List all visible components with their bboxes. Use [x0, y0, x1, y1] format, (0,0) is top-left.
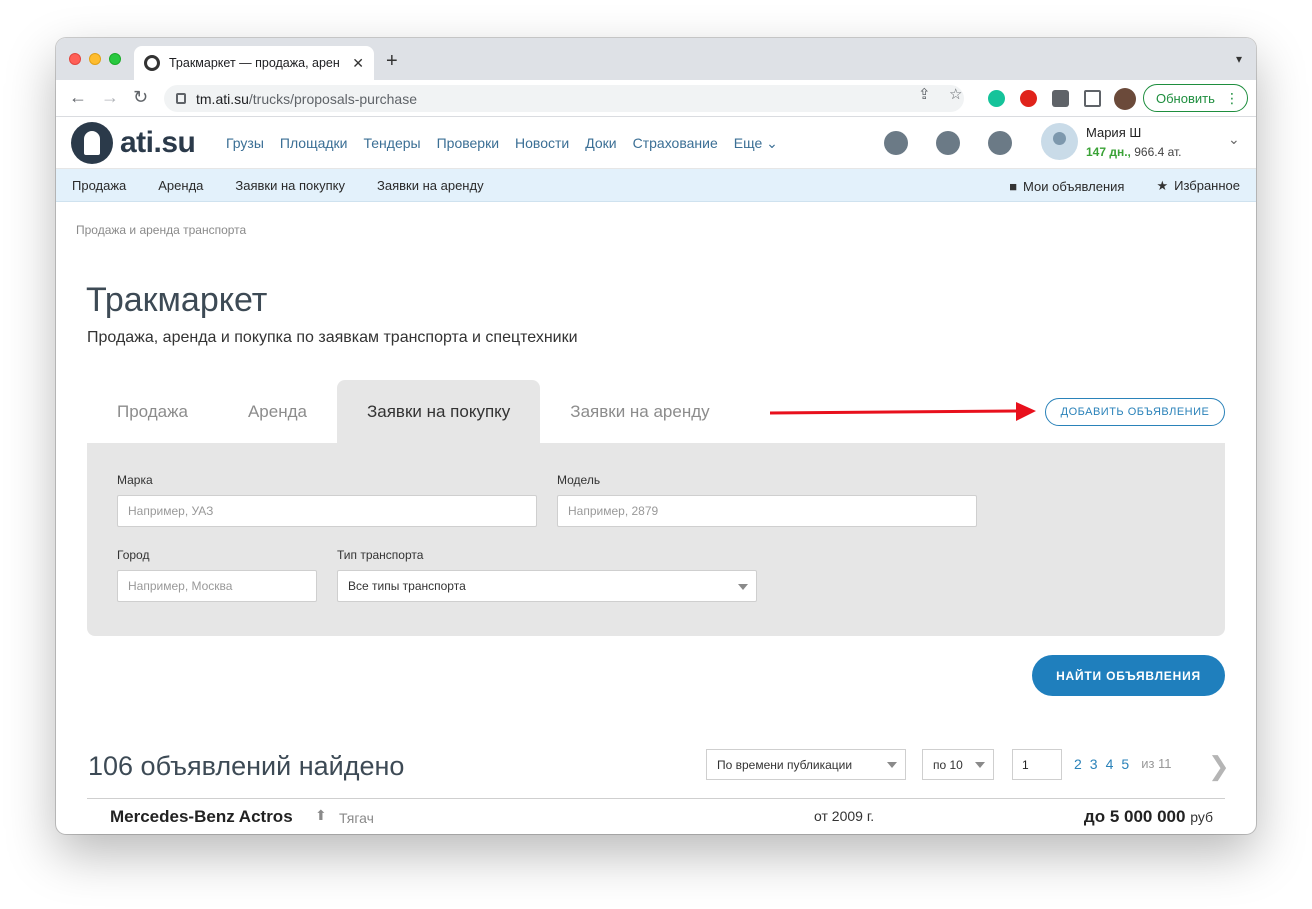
tab-rent[interactable]: Аренда [218, 380, 337, 443]
page-subtitle: Продажа, аренда и покупка по заявкам тра… [87, 329, 578, 346]
nav-item-insurance[interactable]: Страхование [633, 135, 718, 152]
find-listings-button[interactable]: НАЙТИ ОБЪЯВЛЕНИЯ [1032, 655, 1225, 696]
listing-vehicle-type: Тягач [339, 810, 374, 826]
category-tabs: Продажа Аренда Заявки на покупку Заявки … [87, 380, 740, 443]
nav-item-tenders[interactable]: Тендеры [364, 135, 421, 152]
user-menu-chevron-icon[interactable]: ⌄ [1228, 131, 1240, 148]
truck-icon: ■ [1009, 178, 1018, 194]
page-link[interactable]: 5 [1121, 756, 1129, 772]
grammarly-extension-icon[interactable] [988, 90, 1005, 107]
logo-text: ati.su [120, 126, 196, 159]
promoted-arrow-icon: ⬆ [315, 807, 327, 823]
page-link[interactable]: 4 [1106, 756, 1114, 772]
nav-item-news[interactable]: Новости [515, 135, 569, 152]
back-icon[interactable]: ← [69, 87, 87, 108]
page-title: Тракмаркет [86, 281, 268, 319]
listing-title[interactable]: Mercedes-Benz Actros [110, 807, 293, 827]
subnav-item-rent[interactable]: Аренда [158, 178, 203, 193]
new-tab-button[interactable]: + [386, 50, 398, 73]
user-avatar[interactable] [1041, 123, 1078, 160]
user-balance: 147 дн., 966.4 ат. [1086, 145, 1182, 159]
page-link[interactable]: 3 [1090, 756, 1098, 772]
tab-close-icon[interactable]: ✕ [352, 55, 364, 72]
tab-rent-requests[interactable]: Заявки на аренду [540, 380, 739, 443]
subnav-item-sale[interactable]: Продажа [72, 178, 126, 193]
results-count: 106 объявлений найдено [88, 751, 405, 781]
city-input[interactable]: Например, Москва [117, 570, 317, 602]
filter-panel: Марка Например, УАЗ Модель Например, 287… [87, 443, 1225, 636]
user-name[interactable]: Мария Ш [1086, 125, 1141, 140]
brand-input[interactable]: Например, УАЗ [117, 495, 537, 527]
profile-avatar[interactable] [1114, 88, 1136, 110]
update-browser-button[interactable]: Обновить ⋮ [1143, 84, 1248, 112]
page-total: из 11 [1141, 756, 1172, 771]
star-icon: ★ [1156, 178, 1169, 193]
subnav-item-rent-requests[interactable]: Заявки на аренду [377, 178, 484, 193]
address-bar[interactable]: tm.ati.su/trucks/proposals-purchase [164, 85, 964, 112]
nav-item-more[interactable]: Еще ⌄ [734, 135, 778, 152]
breadcrumb[interactable]: Продажа и аренда транспорта [76, 223, 246, 237]
per-page-select[interactable]: по 10 [922, 749, 994, 780]
main-nav: Грузы Площадки Тендеры Проверки Новости … [226, 135, 778, 152]
listing-price: до 5 000 000 руб [1083, 807, 1213, 826]
ati-logo[interactable]: ati.su [71, 122, 196, 164]
my-ads-link[interactable]: ■ Мои объявления [1009, 179, 1124, 194]
nav-item-docs[interactable]: Доки [585, 135, 616, 152]
browser-tab[interactable]: Тракмаркет — продажа, арен ✕ [134, 46, 374, 80]
search-user-icon[interactable] [884, 131, 908, 155]
nav-item-checks[interactable]: Проверки [437, 135, 499, 152]
add-listing-button[interactable]: ДОБАВИТЬ ОБЪЯВЛЕНИЕ [1045, 398, 1225, 426]
pagination: 2 3 4 5 из 11 [1074, 756, 1172, 772]
page-link[interactable]: 2 [1074, 756, 1082, 772]
ati-logo-icon [71, 122, 113, 164]
adblock-extension-icon[interactable] [1020, 90, 1037, 107]
ati-favicon-icon [144, 55, 160, 71]
sort-select[interactable]: По времени публикации [706, 749, 906, 780]
tab-strip: Тракмаркет — продажа, арен ✕ + ▾ [56, 38, 1256, 80]
forward-icon[interactable]: → [101, 87, 119, 108]
extensions-puzzle-icon[interactable] [1052, 90, 1069, 107]
subnav-item-purchase-requests[interactable]: Заявки на покупку [235, 178, 345, 193]
browser-menu-icon[interactable]: ⋮ [1225, 90, 1239, 107]
model-input[interactable]: Например, 2879 [557, 495, 977, 527]
notifications-bell-icon[interactable] [988, 131, 1012, 155]
dropdown-caret-icon [887, 762, 897, 768]
maximize-window-button[interactable] [109, 53, 121, 65]
next-page-chevron-icon[interactable]: ❯ [1208, 751, 1230, 782]
model-label: Модель [557, 473, 601, 487]
annotation-red-arrow [769, 402, 1036, 421]
section-subnav: Продажа Аренда Заявки на покупку Заявки … [56, 169, 1256, 202]
bookmark-star-icon[interactable]: ☆ [949, 85, 962, 103]
tab-purchase-requests[interactable]: Заявки на покупку [336, 380, 541, 443]
tab-title: Тракмаркет — продажа, арен [169, 56, 340, 70]
nav-item-platforms[interactable]: Площадки [280, 135, 348, 152]
city-label: Город [117, 548, 150, 562]
vehicle-type-label: Тип транспорта [337, 548, 424, 562]
brand-label: Марка [117, 473, 153, 487]
vehicle-type-select[interactable]: Все типы транспорта [337, 570, 757, 602]
side-panel-icon[interactable] [1084, 90, 1101, 107]
results-divider [87, 798, 1225, 799]
page-number-input[interactable]: 1 [1012, 749, 1062, 780]
favorites-link[interactable]: ★ Избранное [1156, 178, 1240, 194]
dropdown-caret-icon [738, 584, 748, 590]
minimize-window-button[interactable] [89, 53, 101, 65]
url-text: tm.ati.su/trucks/proposals-purchase [196, 90, 417, 107]
nav-item-cargo[interactable]: Грузы [226, 135, 264, 152]
site-header: ati.su Грузы Площадки Тендеры Проверки Н… [56, 117, 1256, 169]
chat-icon[interactable] [936, 131, 960, 155]
listing-year: от 2009 г. [814, 808, 875, 824]
browser-window: Тракмаркет — продажа, арен ✕ + ▾ ← → ↻ t… [56, 38, 1256, 834]
share-icon[interactable]: ⇪ [918, 85, 931, 103]
browser-toolbar: ← → ↻ tm.ati.su/trucks/proposals-purchas… [56, 80, 1256, 117]
lock-icon [176, 93, 186, 104]
tab-sale[interactable]: Продажа [87, 380, 218, 443]
tab-search-chevron-icon[interactable]: ▾ [1236, 52, 1242, 66]
close-window-button[interactable] [69, 53, 81, 65]
chevron-down-icon: ⌄ [766, 135, 778, 151]
dropdown-caret-icon [975, 762, 985, 768]
reload-icon[interactable]: ↻ [133, 87, 148, 108]
